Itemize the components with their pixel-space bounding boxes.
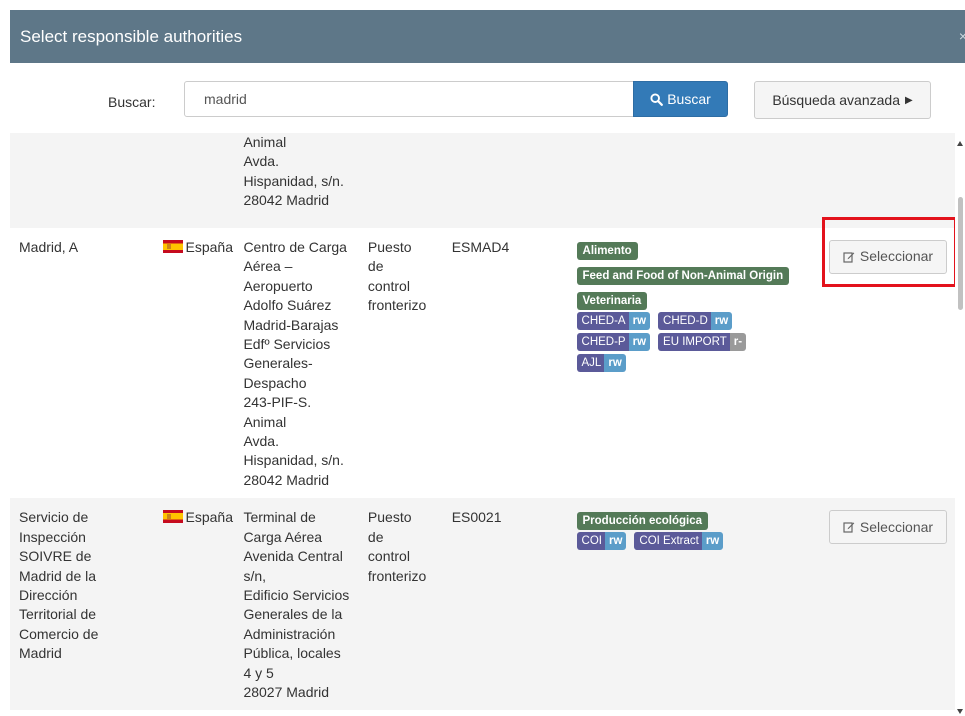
close-icon[interactable]: × — [959, 28, 965, 44]
table-row: Madrid, A España Centro de Carga Aérea –… — [10, 228, 955, 499]
scroll-down-icon[interactable] — [957, 709, 963, 714]
search-button-label: Buscar — [667, 91, 711, 107]
domain-label: Producción ecológica — [576, 512, 709, 531]
authority-name: Servicio de Inspección SOIVRE de Madrid … — [10, 498, 160, 711]
permission-badge: CHED-D rw — [658, 312, 733, 330]
scrollbar[interactable] — [955, 133, 965, 716]
permission-badge: AJL rw — [576, 354, 626, 372]
modal-header: Select responsible authorities × — [10, 10, 965, 63]
search-input[interactable] — [184, 81, 646, 117]
table-row: Servicio de Inspección SOIVRE de Madrid … — [10, 498, 955, 711]
search-button[interactable]: Buscar — [633, 81, 728, 117]
tags-cell: Producción ecológica COI rw COI Extract rw — [568, 498, 821, 711]
permission-badge: CHED-P rw — [576, 333, 651, 351]
edit-icon — [843, 522, 855, 533]
results-table: Animal Avda. Hispanidad, s/n. 28042 Madr… — [10, 133, 955, 716]
caret-right-icon: ▶ — [904, 94, 913, 106]
domain-label: Feed and Food of Non-Animal Origin — [576, 267, 790, 285]
country-cell: España — [159, 228, 236, 499]
modal-title: Select responsible authorities — [20, 27, 243, 46]
advanced-search-button[interactable]: Búsqueda avanzada ▶ — [754, 81, 931, 119]
search-label: Buscar: — [108, 94, 156, 110]
type-cell: Puesto de control fronterizo — [361, 498, 444, 711]
address-cell: Animal Avda. Hispanidad, s/n. 28042 Madr… — [235, 133, 362, 228]
select-button[interactable]: Seleccionar — [829, 240, 947, 274]
advanced-search-label: Búsqueda avanzada — [772, 92, 900, 108]
permission-badge: COI Extract rw — [634, 532, 724, 551]
permission-badge: CHED-A rw — [576, 312, 651, 330]
code-cell: ES0021 — [443, 498, 569, 711]
address-cell: Terminal de Carga Aérea Avenida Central … — [235, 498, 362, 711]
code-cell: ESMAD4 — [443, 228, 569, 499]
type-cell: Puesto de control fronterizo — [361, 228, 444, 499]
spain-flag-icon — [162, 510, 183, 524]
spain-flag-icon — [162, 240, 183, 253]
search-bar: Buscar: Buscar Búsqueda avanzada ▶ — [10, 63, 965, 133]
scroll-up-icon[interactable] — [957, 141, 963, 146]
table-row: Animal Avda. Hispanidad, s/n. 28042 Madr… — [10, 133, 955, 228]
tags-cell: Alimento Feed and Food of Non-Animal Ori… — [568, 228, 821, 499]
domain-label: Veterinaria — [576, 292, 648, 310]
permission-badge: COI rw — [576, 532, 627, 551]
authority-name: Madrid, A — [10, 228, 160, 499]
address-cell: Centro de Carga Aérea – Aeropuerto Adolf… — [235, 228, 362, 499]
country-cell: España — [159, 498, 236, 711]
search-icon — [650, 92, 664, 106]
permission-badge: EU IMPORT r- — [658, 333, 747, 351]
scroll-thumb[interactable] — [958, 197, 963, 310]
select-button[interactable]: Seleccionar — [829, 510, 947, 545]
edit-icon — [843, 252, 855, 263]
domain-label: Alimento — [576, 242, 638, 260]
